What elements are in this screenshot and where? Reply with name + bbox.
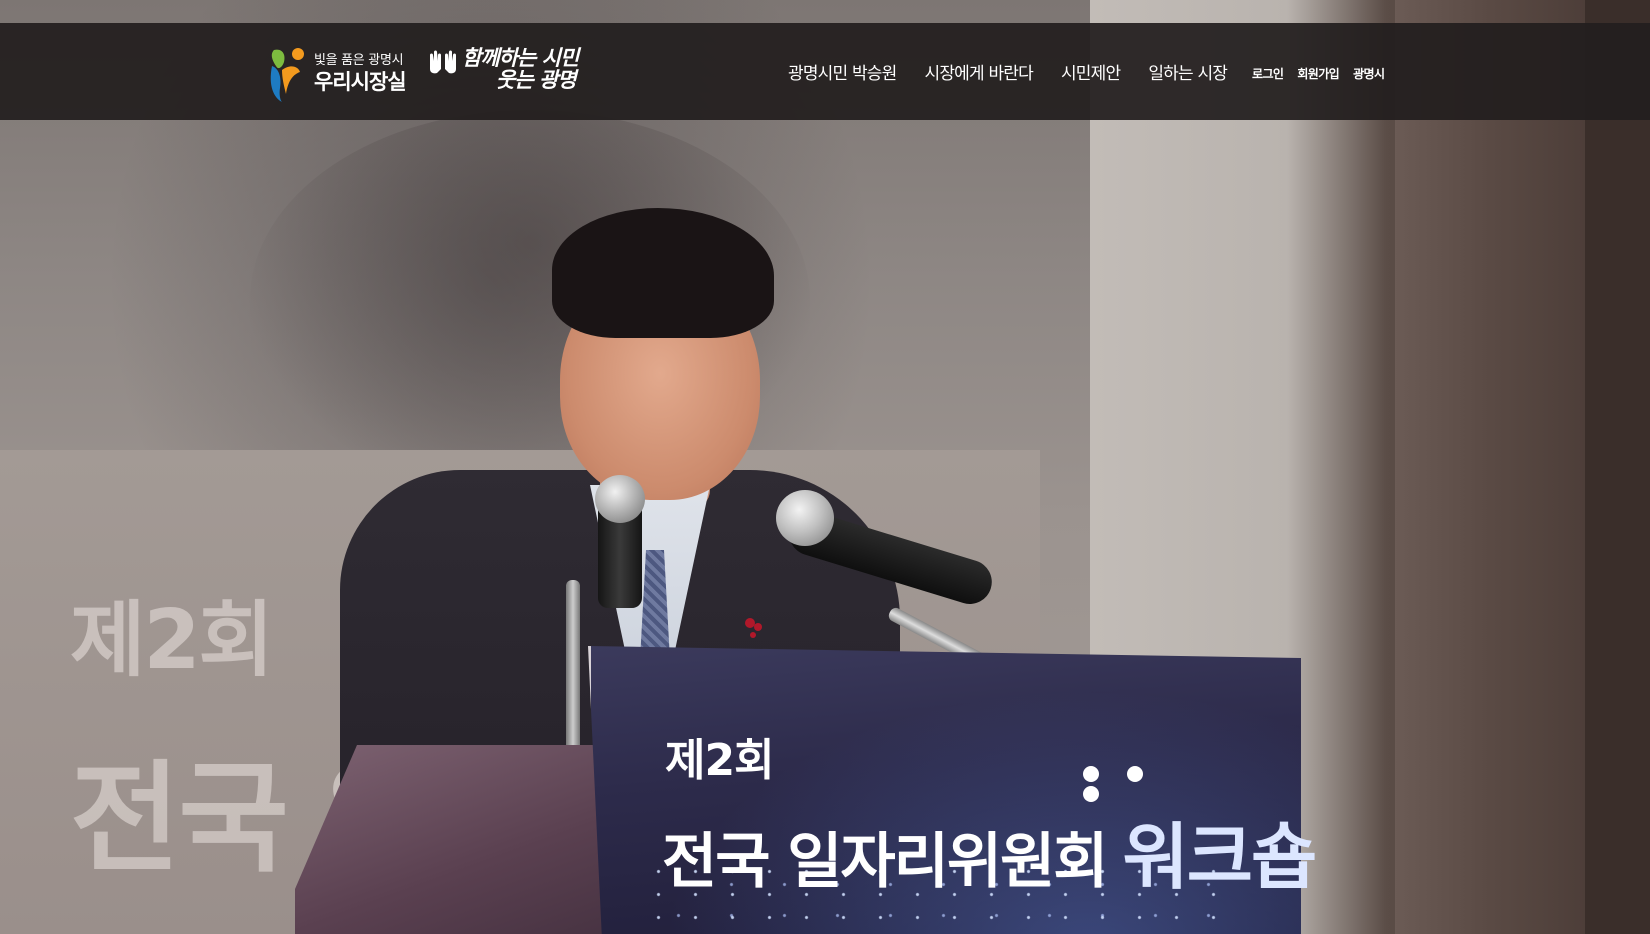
logo-title: 우리시장실 — [314, 69, 407, 94]
mic-stand-left — [566, 580, 580, 760]
nav-citizen-proposal[interactable]: 시민제안 — [1061, 59, 1121, 84]
city-home-link[interactable]: 광명시 — [1353, 65, 1385, 82]
background-pillar — [1395, 0, 1585, 934]
site-logo[interactable]: 빛을 품은 광명시 우리시장실 — [268, 44, 407, 102]
gwangmyeong-logo-icon — [268, 44, 306, 102]
nav-working-mayor[interactable]: 일하는 시장 — [1148, 59, 1228, 84]
logo-text: 빛을 품은 광명시 우리시장실 — [314, 52, 407, 94]
speaker-hair — [552, 208, 774, 338]
microphone-right-head — [776, 490, 834, 546]
podium-dots — [1083, 766, 1213, 802]
main-nav: 광명시민 박승원 시장에게 바란다 시민제안 일하는 시장 — [788, 59, 1228, 84]
podium-text-line1: 제2회 — [665, 735, 775, 786]
site-header: 빛을 품은 광명시 우리시장실 함께하는 시민 웃는 광명 광명시민 박승원 시… — [0, 23, 1650, 120]
nav-citizen-mayor[interactable]: 광명시민 박승원 — [788, 59, 897, 84]
login-link[interactable]: 로그인 — [1252, 65, 1284, 82]
microphone-left-head — [595, 475, 645, 523]
signup-link[interactable]: 회원가입 — [1297, 65, 1339, 82]
screen-text-line1: 제2회 — [70, 593, 274, 688]
hands-icon — [428, 49, 458, 79]
podium-text-line2: 전국 일자리위원회 워크숍 — [662, 798, 1318, 903]
background-wall — [1585, 0, 1650, 934]
hero-photo: 제2회 전국 일 제2회 전국 일자리위원회 워크숍 — [0, 0, 1650, 934]
page: 제2회 전국 일 제2회 전국 일자리위원회 워크숍 빛을 품은 광명시 우리시… — [0, 0, 1650, 934]
utility-nav: 로그인 회원가입 광명시 — [1252, 65, 1385, 82]
slogan: 함께하는 시민 웃는 광명 — [428, 45, 579, 93]
slogan-line2: 웃는 광명 — [496, 67, 577, 93]
podium-text-accent: 워크숍 — [1122, 815, 1318, 899]
lapel-pin — [745, 618, 755, 628]
nav-ask-mayor[interactable]: 시장에게 바란다 — [924, 59, 1033, 84]
podium-text-main: 전국 일자리위원회 — [662, 827, 1108, 897]
logo-subtitle: 빛을 품은 광명시 — [314, 52, 404, 68]
slogan-line1: 함께하는 시민 — [462, 45, 579, 70]
